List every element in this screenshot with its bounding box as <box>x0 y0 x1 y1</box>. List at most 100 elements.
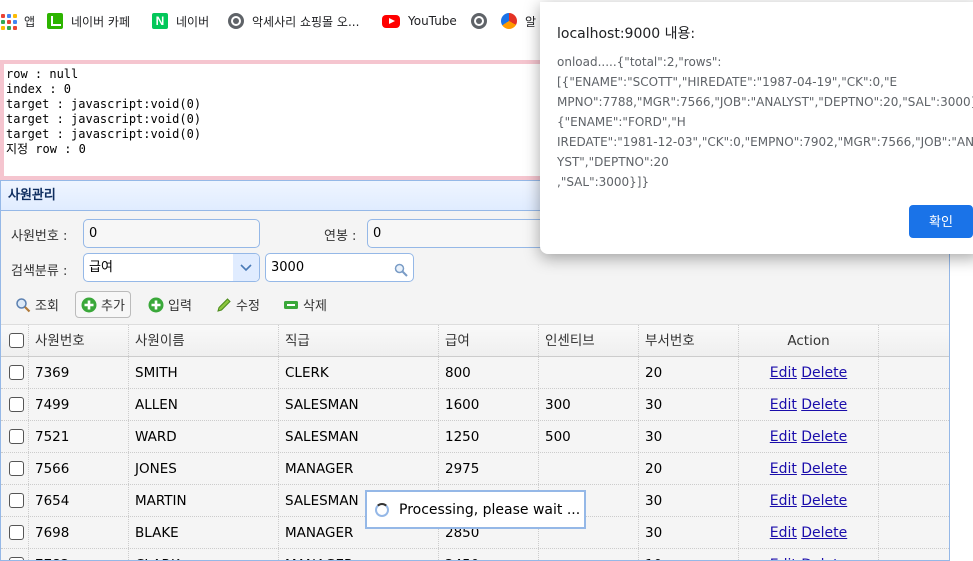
cell-sal: 2450 <box>439 549 539 560</box>
row-checkbox[interactable] <box>9 525 24 540</box>
bookmark-label: YouTube <box>408 14 457 28</box>
row-select-cell <box>1 421 29 452</box>
column-header-deptno[interactable]: 부서번호 <box>639 325 739 356</box>
bookmark-label: 알 <box>525 14 537 29</box>
column-header-comm[interactable]: 인센티브 <box>539 325 639 356</box>
row-edit-link[interactable]: Edit <box>770 397 797 413</box>
search-icon[interactable] <box>394 260 408 277</box>
bookmark-accessory-shop[interactable]: 악세사리 쇼핑몰 오... <box>228 11 359 31</box>
cell-comm: 500 <box>539 421 639 452</box>
cell-deptno: 30 <box>639 517 739 548</box>
bookmark-aliexpress[interactable]: 알 <box>501 11 536 31</box>
plus-icon <box>81 297 97 313</box>
search-button[interactable]: 조회 <box>10 291 64 318</box>
cell-comm <box>539 453 639 484</box>
cell-action: Edit Delete <box>739 549 879 560</box>
alert-dialog: localhost:9000 내용: onload.....{"total":2… <box>540 2 973 254</box>
cell-empno: 7566 <box>29 453 129 484</box>
row-select-cell <box>1 549 29 560</box>
row-delete-link[interactable]: Delete <box>801 461 847 477</box>
insert-button[interactable]: 입력 <box>143 291 197 318</box>
cell-ename: ALLEN <box>129 389 279 420</box>
alert-message-line: YST","DEPTNO":20 <box>557 155 669 169</box>
row-edit-link[interactable]: Edit <box>770 461 797 477</box>
cell-job: MANAGER <box>279 453 439 484</box>
column-header-job[interactable]: 직급 <box>279 325 439 356</box>
column-header-ename[interactable]: 사원이름 <box>129 325 279 356</box>
aliexpress-icon <box>501 13 517 29</box>
bookmark-naver-cafe[interactable]: 네이버 카페 <box>47 11 130 31</box>
delete-button[interactable]: 삭제 <box>278 291 332 318</box>
cell-sal: 800 <box>439 357 539 388</box>
row-delete-link[interactable]: Delete <box>801 365 847 381</box>
cell-sal: 1600 <box>439 389 539 420</box>
row-edit-link[interactable]: Edit <box>770 557 797 560</box>
cell-ename: SMITH <box>129 357 279 388</box>
row-checkbox[interactable] <box>9 493 24 508</box>
bookmark-apps[interactable]: 앱 <box>0 11 35 31</box>
table-row[interactable]: 7566 JONES MANAGER 2975 20 Edit Delete <box>1 453 949 485</box>
row-edit-link[interactable]: Edit <box>770 493 797 509</box>
chevron-down-icon[interactable] <box>233 254 259 281</box>
row-delete-link[interactable]: Delete <box>801 429 847 445</box>
search-category-label: 검색분류 : <box>11 264 68 279</box>
alert-message-line: [{"ENAME":"SCOTT","HIREDATE":"1987-04-19… <box>557 75 898 89</box>
search-category-select[interactable]: 급여 <box>83 253 260 282</box>
cell-action: Edit Delete <box>739 421 879 452</box>
cell-ename: BLAKE <box>129 517 279 548</box>
row-checkbox[interactable] <box>9 397 24 412</box>
table-row[interactable]: 7782CLARKMANAGER245010Edit Delete <box>1 549 949 560</box>
cell-ename: CLARK <box>129 549 279 560</box>
add-button[interactable]: 추가 <box>75 291 131 318</box>
row-edit-link[interactable]: Edit <box>770 429 797 445</box>
cell-empno: 7654 <box>29 485 129 516</box>
table-row[interactable]: 7499 ALLEN SALESMAN 1600 300 30 Edit Delete <box>1 389 949 421</box>
cell-comm <box>539 357 639 388</box>
row-checkbox[interactable] <box>9 365 24 380</box>
bookmark-naver[interactable]: N 네이버 <box>152 11 209 31</box>
alert-message-line: {"ENAME":"FORD","H <box>557 115 686 129</box>
globe-icon <box>228 13 244 29</box>
row-delete-link[interactable]: Delete <box>801 493 847 509</box>
debug-line: target : javascript:void(0) <box>6 97 202 111</box>
column-header-sal[interactable]: 급여 <box>439 325 539 356</box>
row-checkbox[interactable] <box>9 461 24 476</box>
search-button-label: 조회 <box>35 299 59 314</box>
edit-button-label: 수정 <box>236 299 260 314</box>
search-value-input[interactable]: 3000 <box>265 253 414 282</box>
cell-ename: WARD <box>129 421 279 452</box>
bookmark-label: 네이버 카페 <box>71 14 131 29</box>
cell-sal: 1250 <box>439 421 539 452</box>
cell-empno: 7521 <box>29 421 129 452</box>
empno-label: 사원번호 : <box>11 229 68 244</box>
row-delete-link[interactable]: Delete <box>801 397 847 413</box>
alert-message-line: ,"SAL":3000}]} <box>557 175 650 189</box>
cell-sal: 2975 <box>439 453 539 484</box>
select-all-checkbox[interactable] <box>9 333 24 348</box>
plus-icon <box>148 297 164 313</box>
table-row[interactable]: 7369 SMITH CLERK 800 20 Edit Delete <box>1 357 949 389</box>
row-delete-link[interactable]: Delete <box>801 557 847 560</box>
debug-line: 지정 row : 0 <box>6 142 86 156</box>
salary-field[interactable]: 0 <box>367 219 557 248</box>
column-header-empno[interactable]: 사원번호 <box>29 325 129 356</box>
row-edit-link[interactable]: Edit <box>770 525 797 541</box>
naver-cafe-icon <box>47 13 63 29</box>
delete-button-label: 삭제 <box>303 299 327 314</box>
column-header-action: Action <box>739 325 879 356</box>
empno-field[interactable]: 0 <box>83 219 260 248</box>
spinner-icon <box>375 502 389 517</box>
edit-button[interactable]: 수정 <box>211 291 265 318</box>
row-select-cell <box>1 517 29 548</box>
row-delete-link[interactable]: Delete <box>801 525 847 541</box>
table-row[interactable]: 7521 WARD SALESMAN 1250 500 30 Edit Delete <box>1 421 949 453</box>
loading-text: Processing, please wait ... <box>399 501 581 518</box>
row-edit-link[interactable]: Edit <box>770 365 797 381</box>
bookmark-globe[interactable] <box>471 11 495 31</box>
bookmark-youtube[interactable]: YouTube <box>382 11 457 31</box>
globe-icon <box>471 13 487 29</box>
ok-button[interactable]: 확인 <box>909 205 973 238</box>
row-select-cell <box>1 389 29 420</box>
row-checkbox[interactable] <box>9 557 24 560</box>
row-checkbox[interactable] <box>9 429 24 444</box>
